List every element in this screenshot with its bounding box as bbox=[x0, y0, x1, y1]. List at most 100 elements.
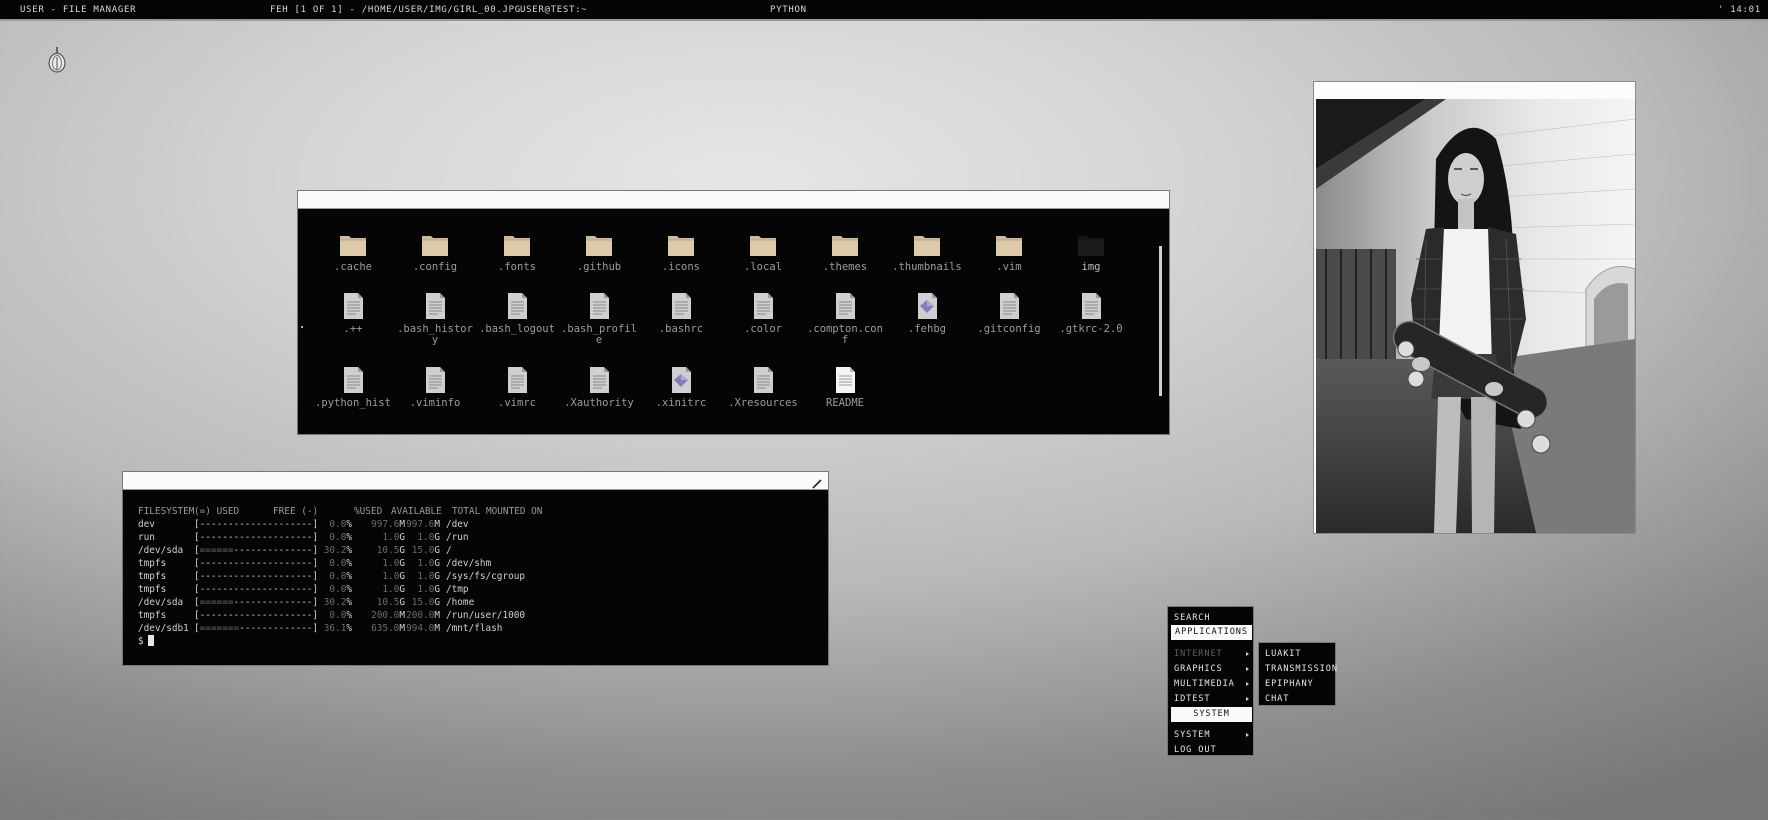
file-item[interactable]: .python_hist bbox=[312, 365, 394, 431]
prompt: $ bbox=[138, 636, 144, 647]
terminal-titlebar[interactable] bbox=[123, 472, 828, 490]
menu-system[interactable]: SYSTEM bbox=[1174, 730, 1210, 740]
file-label: .github bbox=[576, 261, 622, 273]
file-icon bbox=[502, 365, 532, 395]
menu-internet[interactable]: INTERNET bbox=[1174, 649, 1223, 659]
df-row: dev [--------------------] 0.0% 997.6M 997.6… bbox=[138, 518, 542, 531]
file-item[interactable]: .++ bbox=[312, 291, 394, 357]
file-item[interactable]: .fehbg bbox=[886, 291, 968, 357]
menu-search[interactable]: SEARCH bbox=[1174, 613, 1210, 623]
file-label: .fonts bbox=[498, 261, 536, 273]
df-total-value: 1.0 bbox=[417, 584, 435, 595]
file-icon bbox=[666, 291, 696, 321]
df-pct: 0.0% bbox=[329, 532, 352, 543]
file-item[interactable]: .config bbox=[394, 229, 476, 295]
df-pct: 0.0% bbox=[329, 571, 352, 582]
file-icon bbox=[338, 291, 368, 321]
df-pct: 36.1% bbox=[323, 623, 352, 634]
df-filesystem: tmpfs bbox=[138, 558, 167, 569]
df-usage-bar: [--------------------] bbox=[194, 584, 319, 595]
file-item[interactable]: .Xresources bbox=[722, 365, 804, 431]
file-icon bbox=[502, 291, 532, 321]
file-item[interactable]: img bbox=[1050, 229, 1132, 295]
df-mount: /dev/shm bbox=[446, 558, 492, 569]
file-item[interactable]: README bbox=[804, 365, 886, 431]
submenu-chat[interactable]: CHAT bbox=[1265, 694, 1289, 704]
menu-multimedia-arrow-icon bbox=[1246, 682, 1249, 686]
file-label: .icons bbox=[662, 261, 700, 273]
df-filesystem: tmpfs bbox=[138, 584, 167, 595]
file-label: .cache bbox=[334, 261, 372, 273]
df-mount: / bbox=[446, 545, 452, 556]
file-label: .fehbg bbox=[908, 323, 946, 335]
df-usage-bar: [--------------------] bbox=[194, 558, 319, 569]
taskbar-python[interactable]: PYTHON bbox=[770, 5, 807, 15]
file-item[interactable]: .cache bbox=[312, 229, 394, 295]
taskbar-terminal[interactable]: USER@TEST:~ bbox=[520, 5, 587, 15]
folder-icon bbox=[994, 229, 1024, 259]
file-label: .gitconfig bbox=[977, 323, 1041, 335]
file-item[interactable]: .Xauthority bbox=[558, 365, 640, 431]
menu-header-system: SYSTEM bbox=[1171, 707, 1252, 722]
df-total: 15.0G bbox=[405, 596, 440, 609]
file-item[interactable]: .fonts bbox=[476, 229, 558, 295]
readme-icon bbox=[830, 365, 860, 395]
df-row: /dev/sda [======--------------] 30.2% 10.5G… bbox=[138, 596, 542, 609]
df-filesystem: run bbox=[138, 532, 155, 543]
file-item[interactable]: .bashrc bbox=[640, 291, 722, 357]
df-total: 994.0M bbox=[405, 622, 440, 635]
resize-icon[interactable] bbox=[811, 475, 823, 489]
menu-logout[interactable]: LOG OUT bbox=[1174, 745, 1217, 755]
df-available-value: 635.0 bbox=[371, 623, 400, 634]
file-item[interactable]: .icons bbox=[640, 229, 722, 295]
df-available: 1.0G bbox=[352, 557, 405, 570]
file-label: .color bbox=[744, 323, 782, 335]
file-item[interactable]: .bash_history bbox=[394, 291, 476, 357]
prompt-line[interactable]: $ bbox=[138, 635, 542, 648]
df-pct-value: 0.0 bbox=[329, 584, 347, 595]
df-available: 10.5G bbox=[352, 596, 405, 609]
df-total: 997.6M bbox=[405, 518, 440, 531]
file-item[interactable]: .thumbnails bbox=[886, 229, 968, 295]
submenu-epiphany[interactable]: EPIPHANY bbox=[1265, 679, 1314, 689]
terminal-output[interactable]: FILESYSTEM (=) USED FREE (-) %USED AVAIL… bbox=[138, 505, 542, 648]
menu-graphics[interactable]: GRAPHICS bbox=[1174, 664, 1223, 674]
file-manager-titlebar[interactable] bbox=[298, 191, 1169, 209]
file-item[interactable]: .themes bbox=[804, 229, 886, 295]
file-item[interactable]: .local bbox=[722, 229, 804, 295]
folder-icon bbox=[748, 229, 778, 259]
file-item[interactable]: .bash_logout bbox=[476, 291, 558, 357]
df-row: /dev/sda [======--------------] 30.2% 10.5G… bbox=[138, 544, 542, 557]
file-icon bbox=[584, 291, 614, 321]
folder-icon bbox=[584, 229, 614, 259]
menu-idtest[interactable]: IDTEST bbox=[1174, 694, 1210, 704]
file-item[interactable]: .bash_profile bbox=[558, 291, 640, 357]
df-available-value: 1.0 bbox=[382, 584, 400, 595]
file-item[interactable]: .compton.conf bbox=[804, 291, 886, 357]
scrollbar[interactable] bbox=[1159, 246, 1162, 396]
onion-icon[interactable] bbox=[44, 45, 70, 75]
df-available: 1.0G bbox=[352, 583, 405, 596]
file-item[interactable]: .vimrc bbox=[476, 365, 558, 431]
submenu-luakit[interactable]: LUAKIT bbox=[1265, 649, 1301, 659]
file-item[interactable]: .github bbox=[558, 229, 640, 295]
df-available: 635.0M bbox=[352, 622, 405, 635]
image-viewer-window bbox=[1313, 81, 1636, 534]
file-item[interactable]: .gtkrc-2.0 bbox=[1050, 291, 1132, 357]
taskbar-file-manager[interactable]: USER - FILE MANAGER bbox=[20, 5, 136, 15]
file-item[interactable]: .viminfo bbox=[394, 365, 476, 431]
menu-multimedia[interactable]: MULTIMEDIA bbox=[1174, 679, 1235, 689]
file-label: .bash_history bbox=[397, 323, 473, 346]
df-row: tmpfs [--------------------] 0.0% 1.0G 1.0G /… bbox=[138, 557, 542, 570]
df-total: 1.0G bbox=[405, 583, 440, 596]
file-item[interactable]: .gitconfig bbox=[968, 291, 1050, 357]
taskbar-feh[interactable]: FEH [1 OF 1] - /HOME/USER/IMG/GIRL_00.JP… bbox=[270, 5, 521, 15]
file-item[interactable]: .vim bbox=[968, 229, 1050, 295]
submenu-transmission[interactable]: TRANSMISSION bbox=[1265, 664, 1338, 674]
menu-idtest-arrow-icon bbox=[1246, 697, 1249, 701]
file-item[interactable]: .color bbox=[722, 291, 804, 357]
cursor bbox=[147, 635, 154, 646]
file-item[interactable]: .xinitrc bbox=[640, 365, 722, 431]
file-label: .thumbnails bbox=[892, 261, 962, 273]
df-available: 997.6M bbox=[352, 518, 405, 531]
